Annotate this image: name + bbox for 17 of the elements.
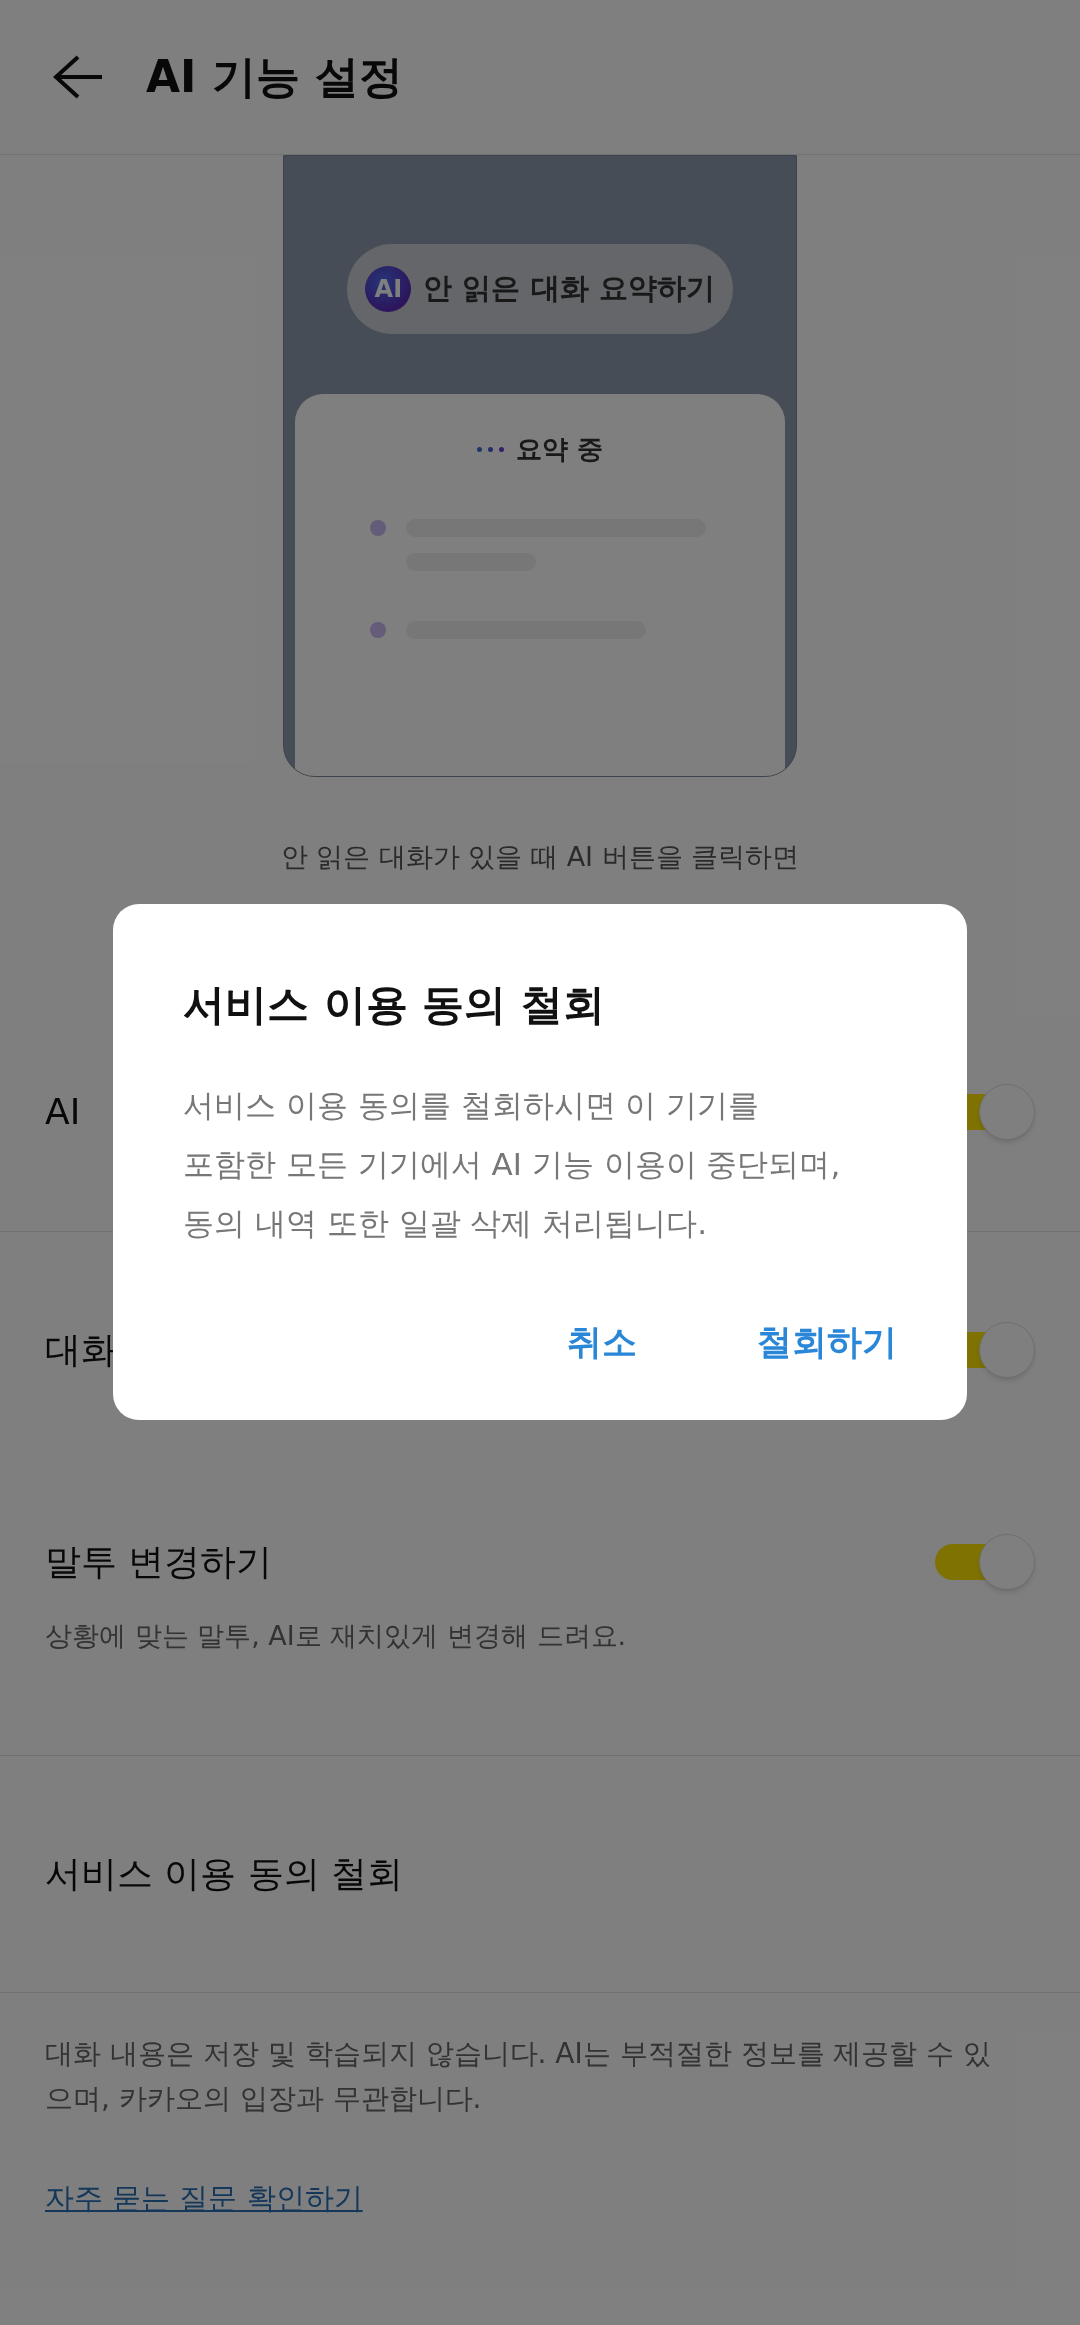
setting-title: 말투 변경하기: [45, 1540, 273, 1584]
withdraw-consent-item[interactable]: 서비스 이용 동의 철회: [45, 1847, 404, 1901]
toggle-switch[interactable]: [935, 1533, 1035, 1591]
withdraw-button[interactable]: 철회하기: [757, 1307, 897, 1376]
cancel-button[interactable]: 취소: [567, 1307, 637, 1376]
setting-title: AI: [45, 1090, 81, 1134]
setting-description: 상황에 맞는 말투, AI로 재치있게 변경해 드려요.: [45, 1619, 628, 1653]
dialog-message: 서비스 이용 동의를 철회하시면 이 기기를 포함한 모든 기기에서 AI 기능 이용이 중단되며, 동의 내역 또한 일괄 삭제 처리됩니다.: [183, 1086, 842, 1243]
dots-icon: [476, 447, 504, 452]
dialog-title: 서비스 이용 동의 철회: [183, 980, 606, 1030]
setting-title: 대화: [45, 1328, 117, 1372]
page-title: AI 기능 설정: [146, 50, 404, 104]
disclaimer-text: 대화 내용은 저장 및 학습되지 않습니다. AI는 부적절한 정보를 제공할 수 있으며, 카카오의 입장과 무관합니다.: [45, 2036, 993, 2117]
ai-badge: AI: [365, 266, 412, 312]
caption-text: 안 읽은 대화가 있을 때 AI 버튼을 클릭하면: [280, 840, 800, 874]
faq-link[interactable]: 자주 묻는 질문 확인하기: [45, 2181, 363, 2215]
card-title: 요약 중: [515, 433, 604, 466]
